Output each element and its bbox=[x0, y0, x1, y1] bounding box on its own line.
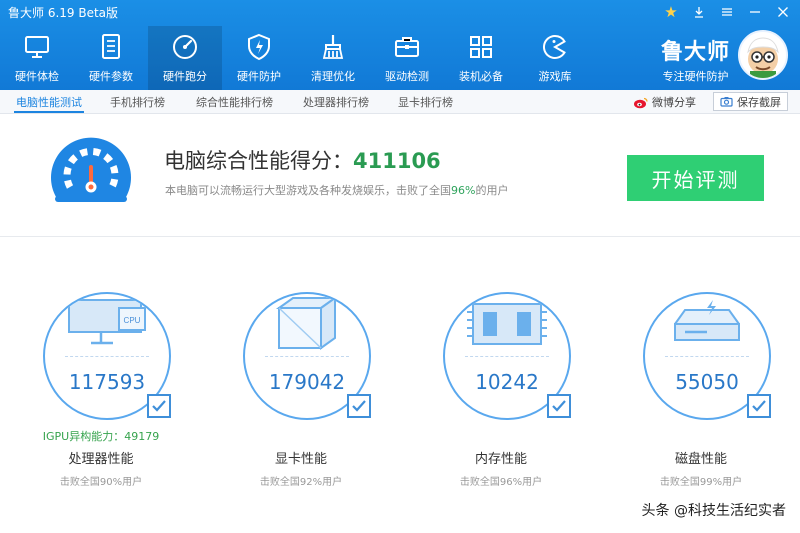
tab-pc-performance-test[interactable]: 电脑性能测试 bbox=[16, 94, 82, 110]
gpu-rank-text: 击败全国92%用户 bbox=[259, 477, 343, 488]
gpu-cube-icon bbox=[275, 296, 339, 350]
score-desc-percent: 96% bbox=[451, 184, 476, 197]
nav-label: 硬件参数 bbox=[89, 70, 133, 83]
document-list-icon bbox=[102, 34, 120, 59]
memory-performance-label: 内存性能 bbox=[474, 452, 527, 467]
window-controls: ★ bbox=[660, 2, 794, 22]
nav-label: 硬件跑分 bbox=[163, 70, 207, 83]
title-bar: 鲁大师 6.19 Beta版 ★ bbox=[0, 0, 800, 24]
cpu-performance-label: 处理器性能 bbox=[68, 452, 134, 467]
weibo-share-button[interactable]: 微博分享 bbox=[633, 94, 696, 110]
gpu-performance-label: 显卡性能 bbox=[274, 452, 327, 467]
close-icon[interactable] bbox=[772, 2, 794, 22]
menu-icon[interactable] bbox=[716, 2, 738, 22]
checkbox-checked-icon[interactable] bbox=[747, 394, 771, 418]
gauge-icon bbox=[50, 137, 131, 202]
nav-label: 游戏库 bbox=[538, 70, 572, 83]
app-grid-icon bbox=[470, 36, 492, 58]
weibo-share-label: 微博分享 bbox=[652, 96, 696, 109]
monitor-cpu-icon: CPU bbox=[68, 299, 146, 345]
memory-performance-card[interactable]: 10242 内存性能 击败全国96%用户 bbox=[406, 292, 596, 492]
circle-divider bbox=[465, 356, 549, 357]
cpu-performance-card[interactable]: CPU 117593 IGPU异构能力：49179 处理器性能 击败全国90%用… bbox=[6, 292, 196, 492]
minimize-icon[interactable] bbox=[744, 2, 766, 22]
speedometer-icon bbox=[173, 35, 197, 59]
save-screenshot-button[interactable]: 保存截屏 bbox=[713, 92, 788, 111]
monitor-icon bbox=[25, 36, 49, 58]
checkbox-checked-icon[interactable] bbox=[147, 394, 171, 418]
cpu-score-value: 117593 bbox=[68, 370, 146, 394]
active-tab-indicator bbox=[14, 111, 84, 113]
cpu-chip-text: CPU bbox=[124, 316, 141, 325]
memory-score-value: 10242 bbox=[475, 370, 539, 394]
score-desc-prefix: 本电脑可以流畅运行大型游戏及各种发烧娱乐，击败了全国 bbox=[165, 184, 451, 197]
circle-divider bbox=[65, 356, 149, 357]
tab-cpu-ranking[interactable]: 处理器排行榜 bbox=[303, 94, 369, 110]
circle-divider bbox=[665, 356, 749, 357]
igpu-score: IGPU异构能力：49179 bbox=[42, 430, 160, 443]
app-title: 鲁大师 6.19 Beta版 bbox=[8, 6, 119, 20]
brand-block: 鲁大师 专注硬件防护 bbox=[661, 34, 730, 84]
nav-game-library[interactable]: 游戏库 bbox=[518, 26, 592, 90]
score-desc-suffix: 的用户 bbox=[475, 184, 509, 197]
tab-phone-ranking[interactable]: 手机排行榜 bbox=[110, 94, 165, 110]
nav-hardware-protection[interactable]: 硬件防护 bbox=[222, 26, 296, 90]
nav-cleanup[interactable]: 清理优化 bbox=[296, 26, 370, 90]
mascot-face-icon bbox=[747, 37, 779, 78]
medal-icon[interactable]: ★ bbox=[660, 2, 682, 22]
disk-performance-label: 磁盘性能 bbox=[674, 452, 727, 467]
tab-gpu-ranking[interactable]: 显卡排行榜 bbox=[398, 94, 453, 110]
cpu-rank-text: 击败全国90%用户 bbox=[59, 477, 143, 488]
toolbox-icon bbox=[395, 37, 419, 57]
disk-rank-text: 击败全国99%用户 bbox=[659, 477, 743, 488]
overall-score-title: 电脑综合性能得分：411106 bbox=[164, 145, 441, 175]
download-icon[interactable] bbox=[688, 2, 710, 22]
nav-essentials[interactable]: 装机必备 bbox=[444, 26, 518, 90]
nav-label: 清理优化 bbox=[311, 70, 355, 83]
disk-score-value: 55050 bbox=[675, 370, 739, 394]
brand-slogan: 专注硬件防护 bbox=[662, 70, 729, 83]
sub-tab-bar: 电脑性能测试 手机排行榜 综合性能排行榜 处理器排行榜 显卡排行榜 微博分享 保… bbox=[0, 90, 800, 114]
nav-label: 硬件防护 bbox=[237, 70, 281, 83]
nav-hardware-params[interactable]: 硬件参数 bbox=[74, 26, 148, 90]
gpu-score-value: 179042 bbox=[268, 370, 346, 394]
main-nav: 硬件体检 硬件参数 硬件跑分 硬件防护 清理优化 驱动检测 装机必备 游戏库 bbox=[0, 26, 592, 90]
nav-hardware-checkup[interactable]: 硬件体检 bbox=[0, 26, 74, 90]
disk-drive-icon bbox=[674, 300, 740, 341]
nav-label: 驱动检测 bbox=[385, 70, 429, 83]
overall-score-description: 本电脑可以流畅运行大型游戏及各种发烧娱乐，击败了全国96%的用户 bbox=[165, 182, 508, 198]
disk-performance-card[interactable]: 55050 磁盘性能 击败全国99%用户 bbox=[606, 292, 796, 492]
tab-overall-ranking[interactable]: 综合性能排行榜 bbox=[196, 94, 273, 110]
memory-rank-text: 击败全国96%用户 bbox=[459, 477, 543, 488]
nav-driver-check[interactable]: 驱动检测 bbox=[370, 26, 444, 90]
game-pacman-icon bbox=[543, 34, 566, 59]
checkbox-checked-icon[interactable] bbox=[547, 394, 571, 418]
checkbox-checked-icon[interactable] bbox=[347, 394, 371, 418]
start-benchmark-button[interactable]: 开始评测 bbox=[627, 155, 764, 201]
gpu-performance-card[interactable]: 179042 显卡性能 击败全国92%用户 bbox=[206, 292, 396, 492]
avatar[interactable] bbox=[738, 30, 788, 80]
shield-bolt-icon bbox=[248, 33, 270, 61]
broom-icon bbox=[322, 35, 344, 59]
nav-label: 硬件体检 bbox=[15, 70, 59, 83]
top-toolbar: 鲁大师 6.19 Beta版 ★ 硬件体检 硬件参数 硬件跑分 硬件防护 清理优… bbox=[0, 0, 800, 90]
overall-score-value: 411106 bbox=[353, 149, 441, 173]
overall-score-label: 电脑综合性能得分： bbox=[164, 149, 353, 173]
save-screenshot-label: 保存截屏 bbox=[737, 95, 781, 109]
brand-name: 鲁大师 bbox=[660, 40, 730, 65]
watermark: 头条 @科技生活纪实者 bbox=[641, 503, 786, 519]
camera-icon bbox=[720, 97, 733, 107]
circle-divider bbox=[265, 356, 349, 357]
nav-hardware-benchmark[interactable]: 硬件跑分 bbox=[148, 26, 222, 90]
weibo-icon bbox=[634, 97, 648, 108]
score-panel: 电脑综合性能得分：411106 本电脑可以流畅运行大型游戏及各种发烧娱乐，击败了… bbox=[0, 115, 800, 237]
nav-label: 装机必备 bbox=[459, 70, 503, 83]
memory-chip-icon bbox=[467, 303, 547, 345]
